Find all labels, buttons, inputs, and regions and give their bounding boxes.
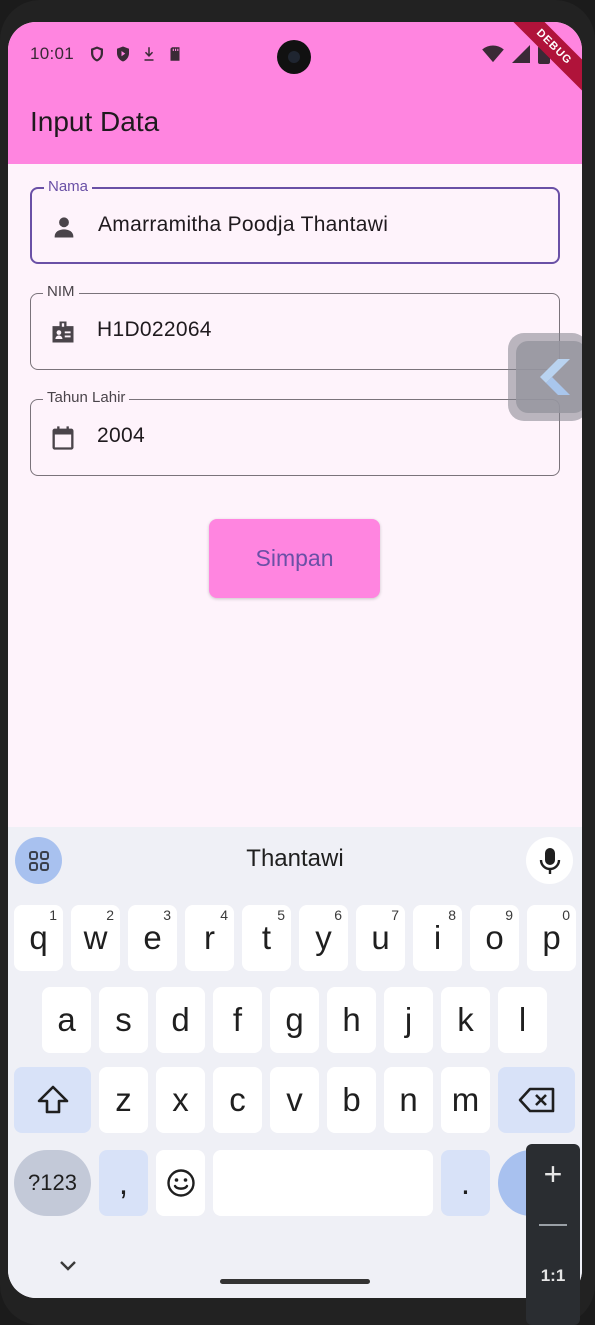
key-j[interactable]: j bbox=[384, 987, 433, 1053]
key-label: o bbox=[485, 919, 504, 956]
comma-key[interactable]: , bbox=[99, 1150, 148, 1216]
tahun-lahir-field[interactable]: Tahun Lahir 2004 bbox=[30, 389, 560, 476]
key-b[interactable]: b bbox=[327, 1067, 376, 1133]
key-v[interactable]: v bbox=[270, 1067, 319, 1133]
key-hint: 1 bbox=[49, 907, 57, 923]
key-c[interactable]: c bbox=[213, 1067, 262, 1133]
floating-overlay-button[interactable] bbox=[508, 333, 582, 421]
key-hint: 5 bbox=[277, 907, 285, 923]
wifi-icon bbox=[482, 45, 504, 63]
key-r[interactable]: r4 bbox=[185, 905, 234, 971]
page-title: Input Data bbox=[30, 106, 160, 137]
key-hint: 7 bbox=[391, 907, 399, 923]
key-label: r bbox=[204, 919, 215, 956]
badge-icon bbox=[52, 321, 74, 343]
nim-label: NIM bbox=[43, 283, 79, 300]
flutter-logo-icon bbox=[516, 341, 582, 413]
emoji-icon bbox=[166, 1169, 195, 1197]
backspace-key[interactable] bbox=[498, 1067, 575, 1133]
tahun-lahir-value[interactable]: 2004 bbox=[97, 424, 145, 448]
key-x[interactable]: x bbox=[156, 1067, 205, 1133]
key-hint: 3 bbox=[163, 907, 171, 923]
voice-input-button[interactable] bbox=[526, 837, 573, 884]
key-d[interactable]: d bbox=[156, 987, 205, 1053]
key-o[interactable]: o9 bbox=[470, 905, 519, 971]
key-hint: 9 bbox=[505, 907, 513, 923]
key-hint: 8 bbox=[448, 907, 456, 923]
sd-card-icon bbox=[170, 47, 180, 61]
zoom-in-button[interactable]: + bbox=[526, 1156, 580, 1192]
key-label: w bbox=[83, 919, 108, 956]
signal-icon bbox=[512, 45, 530, 63]
key-u[interactable]: u7 bbox=[356, 905, 405, 971]
key-y[interactable]: y6 bbox=[299, 905, 348, 971]
microphone-icon bbox=[539, 847, 560, 874]
key-k[interactable]: k bbox=[441, 987, 490, 1053]
key-hint: 0 bbox=[562, 907, 570, 923]
key-hint: 6 bbox=[334, 907, 342, 923]
key-l[interactable]: l bbox=[498, 987, 547, 1053]
key-i[interactable]: i8 bbox=[413, 905, 462, 971]
nim-value[interactable]: H1D022064 bbox=[97, 318, 212, 342]
key-hint: 4 bbox=[220, 907, 228, 923]
key-label: e bbox=[143, 919, 162, 956]
soft-keyboard: Thantawi q1w2e3r4t5y6u7i8o9p0 asdfghjkl … bbox=[8, 827, 582, 1298]
nama-field[interactable]: Nama Amarramitha Poodja Thantawi bbox=[30, 178, 560, 264]
save-button[interactable]: Simpan bbox=[209, 519, 380, 598]
keyboard-hide-chevron-icon[interactable] bbox=[58, 1259, 78, 1273]
period-key[interactable]: . bbox=[441, 1150, 490, 1216]
key-h[interactable]: h bbox=[327, 987, 376, 1053]
app-bar: 10:01 DEBUG Input Data bbox=[8, 22, 582, 164]
key-label: i bbox=[433, 919, 442, 956]
key-n[interactable]: n bbox=[384, 1067, 433, 1133]
key-label: y bbox=[315, 919, 332, 956]
shift-icon bbox=[37, 1085, 68, 1114]
emoji-key[interactable] bbox=[156, 1150, 205, 1216]
key-label: p bbox=[542, 919, 561, 956]
key-z[interactable]: z bbox=[99, 1067, 148, 1133]
person-icon bbox=[54, 217, 74, 238]
key-label: u bbox=[371, 919, 390, 956]
backspace-icon bbox=[518, 1087, 554, 1113]
shield-outline-icon bbox=[91, 46, 104, 62]
key-hint: 2 bbox=[106, 907, 114, 923]
front-camera bbox=[277, 40, 311, 74]
key-m[interactable]: m bbox=[441, 1067, 490, 1133]
key-a[interactable]: a bbox=[42, 987, 91, 1053]
key-label: q bbox=[29, 919, 48, 956]
shield-play-icon bbox=[117, 46, 130, 62]
key-w[interactable]: w2 bbox=[71, 905, 120, 971]
symbols-key[interactable]: ?123 bbox=[14, 1150, 91, 1216]
nim-field[interactable]: NIM H1D022064 bbox=[30, 283, 560, 370]
home-indicator[interactable] bbox=[220, 1279, 370, 1284]
download-icon bbox=[144, 47, 154, 61]
zoom-actual-size-button[interactable]: 1:1 bbox=[526, 1266, 580, 1286]
key-s[interactable]: s bbox=[99, 987, 148, 1053]
suggestion-bar: Thantawi bbox=[8, 827, 582, 891]
nama-label: Nama bbox=[44, 178, 93, 195]
shift-key[interactable] bbox=[14, 1067, 91, 1133]
key-q[interactable]: q1 bbox=[14, 905, 63, 971]
key-label: t bbox=[261, 919, 272, 956]
nama-value[interactable]: Amarramitha Poodja Thantawi bbox=[98, 213, 388, 237]
key-t[interactable]: t5 bbox=[242, 905, 291, 971]
status-time: 10:01 bbox=[30, 44, 75, 63]
tahun-lahir-label: Tahun Lahir bbox=[43, 389, 130, 406]
key-f[interactable]: f bbox=[213, 987, 262, 1053]
status-bar: 10:01 bbox=[30, 42, 184, 66]
device-frame: 10:01 DEBUG Input Data Nama Amarramitha … bbox=[0, 0, 595, 1325]
phone-screen: 10:01 DEBUG Input Data Nama Amarramitha … bbox=[8, 22, 582, 1298]
key-g[interactable]: g bbox=[270, 987, 319, 1053]
space-key[interactable] bbox=[213, 1150, 433, 1216]
key-p[interactable]: p0 bbox=[527, 905, 576, 971]
emulator-zoom-panel: + 1:1 bbox=[526, 1144, 580, 1325]
key-e[interactable]: e3 bbox=[128, 905, 177, 971]
suggestion-word[interactable]: Thantawi bbox=[8, 845, 582, 873]
calendar-icon bbox=[52, 426, 74, 450]
zoom-out-button[interactable] bbox=[539, 1224, 567, 1226]
